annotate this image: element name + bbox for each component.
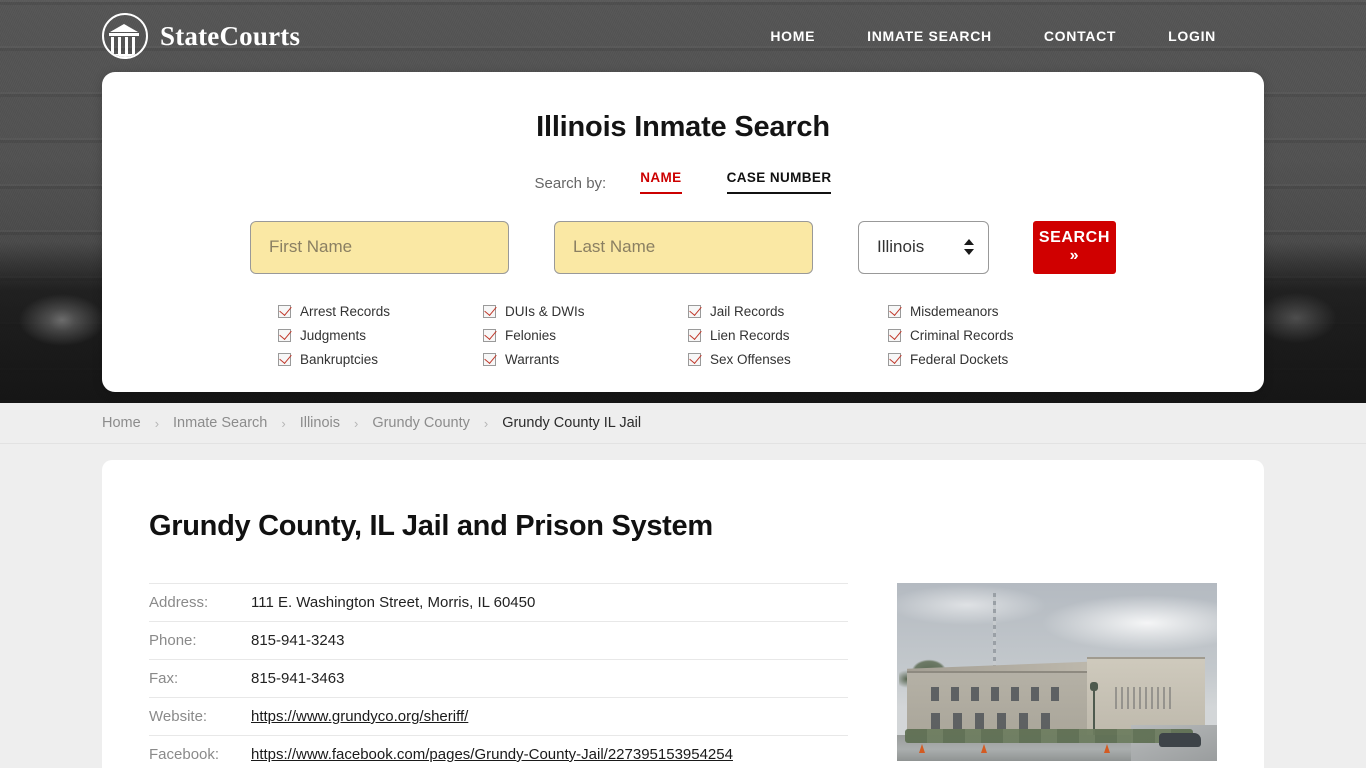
record-type-label: Felonies: [505, 328, 557, 344]
table-row: Facebook: https://www.facebook.com/pages…: [149, 735, 848, 768]
breadcrumb-item-current: Grundy County IL Jail: [502, 415, 642, 431]
record-type-federal-dockets[interactable]: Federal Dockets: [888, 348, 1088, 372]
record-type-misdemeanors[interactable]: Misdemeanors: [888, 300, 1088, 324]
breadcrumb-item-illinois[interactable]: Illinois: [300, 415, 340, 431]
record-type-bankruptcies[interactable]: Bankruptcies: [278, 348, 483, 372]
state-select[interactable]: Illinois: [858, 220, 989, 274]
breadcrumb-item-inmate-search[interactable]: Inmate Search: [173, 415, 267, 431]
record-type-label: Federal Dockets: [910, 352, 1009, 368]
nav-item-login[interactable]: LOGIN: [1168, 28, 1216, 44]
record-type-label: Arrest Records: [300, 304, 391, 320]
page-title: Grundy County, IL Jail and Prison System: [149, 510, 713, 542]
last-name-input[interactable]: [554, 220, 813, 274]
courthouse-logo-icon: [102, 13, 148, 59]
detail-value-phone: 815-941-3243: [249, 621, 848, 660]
breadcrumb-item-grundy-county[interactable]: Grundy County: [372, 415, 470, 431]
checkbox-checked-icon: [888, 329, 901, 343]
record-type-label: Bankruptcies: [300, 352, 379, 368]
record-type-label: Judgments: [300, 328, 367, 344]
record-type-lien-records[interactable]: Lien Records: [688, 324, 888, 348]
record-type-label: Lien Records: [710, 328, 790, 344]
record-type-label: Sex Offenses: [710, 352, 791, 368]
brand-name: StateCourts: [160, 20, 301, 51]
nav-item-inmate-search[interactable]: INMATE SEARCH: [867, 28, 992, 44]
detail-label-fax: Fax:: [149, 659, 249, 698]
table-row: Address: 111 E. Washington Street, Morri…: [149, 583, 848, 622]
search-button[interactable]: SEARCH »: [1032, 220, 1116, 274]
record-type-sex-offenses[interactable]: Sex Offenses: [688, 348, 888, 372]
checkbox-checked-icon: [688, 305, 701, 319]
record-type-label: Warrants: [505, 352, 560, 368]
record-type-felonies[interactable]: Felonies: [483, 324, 688, 348]
checkbox-checked-icon: [483, 329, 496, 343]
main-nav: HOME INMATE SEARCH CONTACT LOGIN: [770, 28, 1216, 44]
nav-item-contact[interactable]: CONTACT: [1044, 28, 1116, 44]
chevron-right-icon: ›: [483, 415, 489, 431]
facility-photo: [897, 583, 1217, 761]
first-name-input[interactable]: [250, 220, 509, 274]
record-type-duis-dwis[interactable]: DUIs & DWIs: [483, 300, 688, 324]
checkbox-checked-icon: [483, 353, 496, 367]
record-type-judgments[interactable]: Judgments: [278, 324, 483, 348]
detail-value-website: https://www.grundyco.org/sheriff/: [249, 697, 848, 736]
chevron-right-icon: ›: [154, 415, 160, 431]
detail-label-facebook: Facebook:: [149, 735, 249, 768]
checkbox-checked-icon: [278, 305, 291, 319]
detail-label-website: Website:: [149, 697, 249, 736]
main-content-card: Grundy County, IL Jail and Prison System…: [102, 460, 1264, 768]
table-row: Website: https://www.grundyco.org/sherif…: [149, 697, 848, 736]
chevron-right-icon: ›: [353, 415, 359, 431]
record-type-label: DUIs & DWIs: [505, 304, 585, 320]
hero-section: COURTHOUSE StateCourts HOME INMATE SEARC…: [0, 0, 1366, 403]
state-select-value: Illinois: [877, 237, 925, 257]
inmate-search-card: Illinois Inmate Search Search by: NAME C…: [102, 72, 1264, 392]
checkbox-checked-icon: [688, 329, 701, 343]
chevron-right-icon: ›: [281, 415, 286, 431]
checkbox-checked-icon: [888, 305, 901, 319]
record-type-arrest-records[interactable]: Arrest Records: [278, 300, 483, 324]
search-by-label: Search by:: [534, 174, 607, 192]
facility-info-table: Address: 111 E. Washington Street, Morri…: [149, 583, 848, 768]
checkbox-checked-icon: [688, 353, 701, 367]
record-type-jail-records[interactable]: Jail Records: [688, 300, 888, 324]
breadcrumb-item-home[interactable]: Home: [102, 415, 141, 431]
nav-item-home[interactable]: HOME: [770, 28, 815, 44]
record-type-warrants[interactable]: Warrants: [483, 348, 688, 372]
table-row: Fax: 815-941-3463: [149, 659, 848, 698]
detail-value-facebook: https://www.facebook.com/pages/Grundy-Co…: [249, 735, 848, 768]
detail-label-address: Address:: [149, 583, 249, 622]
search-form: Illinois SEARCH »: [102, 220, 1264, 274]
search-title: Illinois Inmate Search: [536, 111, 830, 143]
facebook-link[interactable]: https://www.facebook.com/pages/Grundy-Co…: [251, 746, 733, 763]
tab-name[interactable]: NAME: [640, 170, 682, 194]
detail-label-phone: Phone:: [149, 621, 249, 660]
search-by-row: Search by: NAME CASE NUMBER: [102, 170, 1264, 194]
breadcrumb: Home › Inmate Search › Illinois › Grundy…: [0, 403, 1366, 444]
brand-logo[interactable]: StateCourts: [102, 13, 300, 59]
record-type-list: Arrest Records DUIs & DWIs Jail Records …: [102, 300, 1264, 372]
website-link[interactable]: https://www.grundyco.org/sheriff/: [251, 708, 468, 725]
detail-value-fax: 815-941-3463: [249, 659, 848, 698]
record-type-label: Jail Records: [710, 304, 785, 320]
top-navigation-bar: StateCourts HOME INMATE SEARCH CONTACT L…: [0, 0, 1366, 72]
checkbox-checked-icon: [483, 305, 496, 319]
detail-value-address: 111 E. Washington Street, Morris, IL 604…: [249, 583, 848, 622]
tab-case-number[interactable]: CASE NUMBER: [726, 170, 832, 194]
table-row: Phone: 815-941-3243: [149, 621, 848, 660]
record-type-label: Criminal Records: [910, 328, 1014, 344]
checkbox-checked-icon: [278, 353, 291, 367]
chevron-updown-icon: [963, 239, 974, 256]
record-type-label: Misdemeanors: [910, 304, 999, 320]
record-type-criminal-records[interactable]: Criminal Records: [888, 324, 1088, 348]
facility-details-row: Address: 111 E. Washington Street, Morri…: [102, 543, 1264, 768]
checkbox-checked-icon: [888, 353, 901, 367]
checkbox-checked-icon: [278, 329, 291, 343]
